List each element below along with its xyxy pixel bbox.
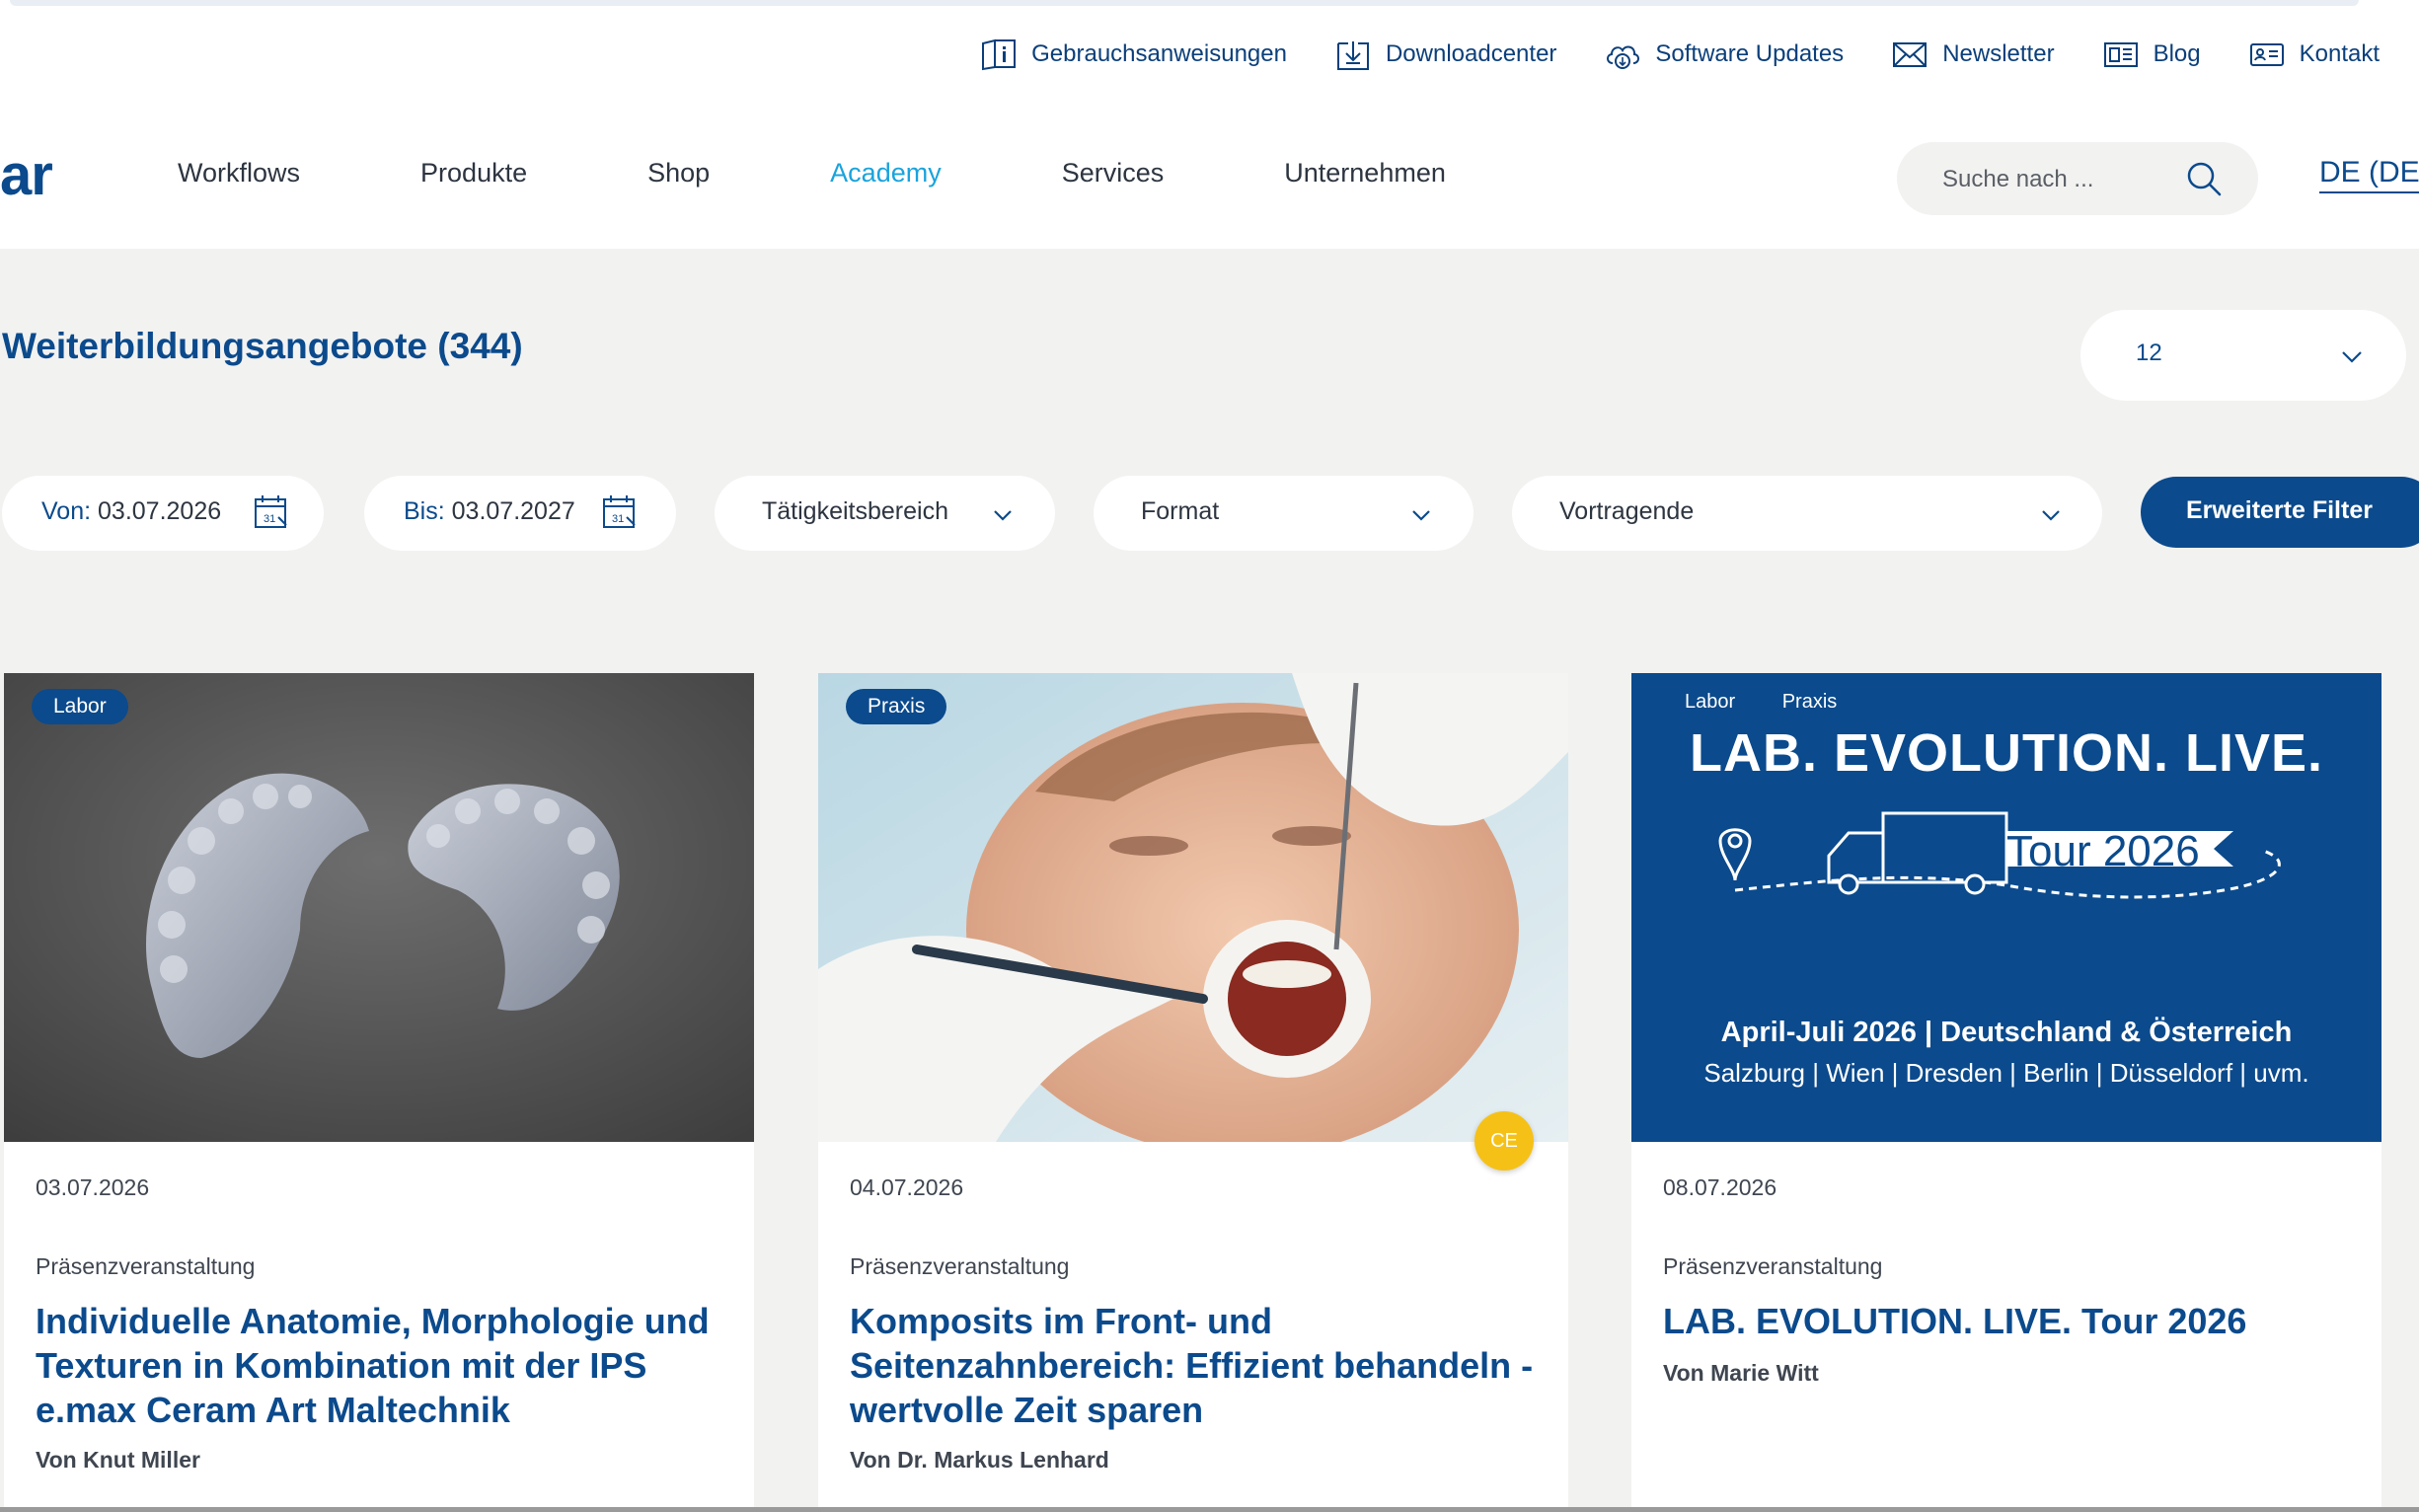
activity-filter[interactable]: Tätigkeitsbereich	[715, 476, 1055, 551]
utility-link-label: Software Updates	[1655, 40, 1845, 67]
nav-item-workflows[interactable]: Workflows	[178, 158, 300, 189]
advanced-filter-label: Erweiterte Filter	[2186, 496, 2373, 524]
page-title-text: Weiterbildungsangebote	[2, 326, 428, 366]
banner-tour-label: Tour 2026	[2006, 827, 2200, 875]
utility-link-label: Downloadcenter	[1385, 40, 1557, 67]
advanced-filter-button[interactable]: Erweiterte Filter	[2141, 477, 2419, 548]
banner-cities: Salzburg | Wien | Dresden | Berlin | Düs…	[1703, 1058, 2309, 1088]
course-card[interactable]: Labor 03.07.2026 Präsenzveranstaltung In…	[4, 673, 754, 1512]
chevron-down-icon	[1412, 510, 1430, 521]
utility-link-gebrauchsanweisungen[interactable]: Gebrauchsanweisungen	[980, 38, 1287, 71]
course-title[interactable]: Komposits im Front- und Seitenzahnbereic…	[850, 1299, 1541, 1432]
utility-link-software-updates[interactable]: Software Updates	[1604, 38, 1844, 71]
activity-filter-label: Tätigkeitsbereich	[762, 497, 948, 525]
per-page-value: 12	[2136, 340, 2162, 366]
utility-link-blog[interactable]: Blog	[2102, 38, 2201, 71]
date-from-label: Von:	[41, 497, 92, 525]
calendar-icon[interactable]: 31	[601, 493, 639, 531]
nav-item-shop[interactable]: Shop	[647, 158, 710, 189]
result-count: (344)	[437, 326, 523, 366]
date-to-filter[interactable]: Bis: 03.07.2027 31	[364, 476, 676, 551]
banner-period: April-Juli 2026 | Deutschland & Österrei…	[1720, 1017, 2293, 1048]
course-date: 04.07.2026	[850, 1174, 964, 1200]
course-title[interactable]: Individuelle Anatomie, Morphologie und T…	[36, 1299, 726, 1432]
nav-item-services[interactable]: Services	[1062, 158, 1165, 189]
course-date: 08.07.2026	[1663, 1174, 1777, 1200]
course-card[interactable]: Labor Praxis LAB. EVOLUTION. LIVE. Tour …	[1631, 673, 2381, 1512]
brand-logo[interactable]: ar	[0, 142, 53, 208]
address-bar-edge	[10, 0, 2359, 6]
course-format: Präsenzveranstaltung	[1663, 1253, 1883, 1279]
window-bottom-edge	[0, 1507, 2419, 1512]
course-format: Präsenzveranstaltung	[36, 1253, 256, 1279]
course-image-dental-models	[4, 673, 754, 1142]
banner-tags: Labor Praxis	[1685, 691, 1878, 714]
blog-icon	[2103, 42, 2138, 67]
utility-link-newsletter[interactable]: Newsletter	[1891, 38, 2055, 71]
category-tag: Praxis	[1781, 691, 1838, 713]
category-tag: Labor	[1685, 691, 1736, 713]
nav-item-academy[interactable]: Academy	[830, 158, 942, 189]
contact-card-icon	[2249, 43, 2284, 66]
date-from-value: 03.07.2026	[98, 497, 222, 525]
speakers-filter[interactable]: Vortragende	[1512, 476, 2102, 551]
download-icon	[1336, 41, 1369, 70]
nav-item-unternehmen[interactable]: Unternehmen	[1284, 158, 1446, 189]
course-date: 03.07.2026	[36, 1174, 150, 1200]
chevron-down-icon	[2042, 510, 2060, 521]
search-icon[interactable]	[2183, 158, 2225, 199]
event-banner: Labor Praxis LAB. EVOLUTION. LIVE. Tour …	[1631, 673, 2381, 1142]
envelope-icon	[1893, 42, 1928, 67]
speakers-filter-label: Vortragende	[1559, 497, 1695, 525]
banner-headline: LAB. EVOLUTION. LIVE.	[1689, 723, 2324, 783]
page-title: Weiterbildungsangebote (344)	[2, 326, 523, 367]
course-author: Von Marie Witt	[1663, 1360, 1819, 1386]
per-page-select[interactable]: 12	[2080, 310, 2406, 401]
utility-link-label: Newsletter	[1942, 40, 2055, 67]
dental-treatment-image	[818, 673, 1568, 1142]
course-image-dental-treatment	[818, 673, 1568, 1142]
date-to-value: 03.07.2027	[451, 497, 575, 525]
course-title[interactable]: LAB. EVOLUTION. LIVE. Tour 2026	[1663, 1299, 2354, 1343]
category-tag: Praxis	[846, 689, 947, 724]
calendar-icon[interactable]: 31	[253, 493, 290, 531]
utility-link-kontakt[interactable]: Kontakt	[2248, 38, 2380, 71]
ce-points-badge: CE	[1474, 1111, 1534, 1171]
nav-menu: Workflows Produkte Shop Academy Services…	[178, 158, 1566, 189]
utility-link-label: Blog	[2153, 40, 2201, 67]
svg-text:31: 31	[264, 513, 275, 525]
utility-link-label: Gebrauchsanweisungen	[1031, 40, 1287, 67]
utility-bar: Gebrauchsanweisungen Downloadcenter Soft…	[0, 16, 2419, 107]
date-from-filter[interactable]: Von: 03.07.2026 31	[2, 476, 324, 551]
language-selector[interactable]: DE (DE	[2319, 156, 2419, 193]
course-author: Von Knut Miller	[36, 1447, 200, 1473]
chevron-down-icon	[994, 510, 1012, 521]
course-card[interactable]: Praxis 04.07.2026 Präsenzveranstaltung K…	[818, 673, 1568, 1512]
course-format: Präsenzveranstaltung	[850, 1253, 1070, 1279]
manual-icon	[982, 38, 1017, 71]
nav-item-produkte[interactable]: Produkte	[420, 158, 527, 189]
category-tag: Labor	[32, 689, 128, 724]
utility-link-label: Kontakt	[2299, 40, 2380, 67]
utility-links: Gebrauchsanweisungen Downloadcenter Soft…	[933, 38, 2380, 71]
date-to-label: Bis:	[404, 497, 445, 525]
chevron-down-icon	[2342, 351, 2362, 363]
format-filter-label: Format	[1141, 497, 1220, 525]
course-author: Von Dr. Markus Lenhard	[850, 1447, 1109, 1473]
main-navigation: ar Workflows Produkte Shop Academy Servi…	[0, 105, 2419, 249]
browser-top-strip	[0, 0, 2419, 16]
search-input[interactable]	[1940, 162, 2181, 197]
svg-text:31: 31	[612, 513, 624, 525]
dental-models-image	[4, 673, 754, 1142]
cloud-download-icon	[1607, 45, 1640, 69]
search-box	[1897, 142, 2258, 215]
utility-link-downloadcenter[interactable]: Downloadcenter	[1334, 38, 1556, 71]
format-filter[interactable]: Format	[1094, 476, 1474, 551]
